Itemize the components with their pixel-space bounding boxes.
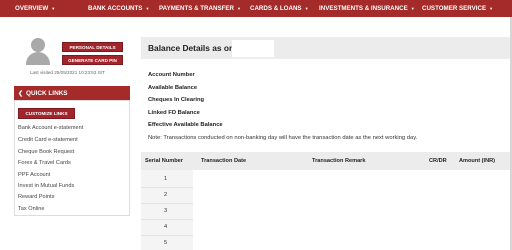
nav-label: BANK ACCOUNTS — [88, 5, 143, 12]
caret-down-icon: ▼ — [236, 6, 241, 11]
nav-label: CUSTOMER SERVICE — [422, 5, 487, 12]
row-divider — [141, 187, 193, 188]
quick-links-title: QUICK LINKS — [26, 89, 68, 97]
table-row-serial: 4 — [164, 224, 168, 230]
label-available-balance: Available Balance — [148, 85, 198, 91]
label-effective-available-balance: Effective Available Balance — [148, 122, 223, 128]
label-account-number: Account Number — [148, 72, 195, 78]
quick-link-bank-estatement[interactable]: Bank Account e-statement — [18, 125, 83, 131]
last-visited-text: Last visited 25/05/2021 10:23:53 IST — [30, 70, 105, 75]
caret-down-icon: ▼ — [51, 6, 56, 11]
chevron-left-icon: ❮ — [18, 90, 24, 97]
row-divider — [141, 203, 193, 204]
table-row-serial: 5 — [164, 240, 168, 246]
avatar-head — [31, 38, 45, 52]
quick-link-ppf-account[interactable]: PPF Account — [18, 172, 50, 178]
quick-link-reward-points[interactable]: Reward Points — [18, 194, 54, 200]
nav-bank-accounts[interactable]: BANK ACCOUNTS ▼ — [88, 5, 149, 12]
caret-down-icon: ▼ — [304, 6, 309, 11]
balance-date-box — [232, 40, 274, 57]
column-transaction-remark: Transaction Remark — [312, 158, 366, 164]
quick-link-invest-mutual-funds[interactable]: Invest in Mutual Funds — [18, 183, 74, 189]
nav-overview[interactable]: OVERVIEW ▼ — [15, 5, 55, 12]
row-divider — [141, 219, 193, 220]
column-transaction-date: Transaction Date — [201, 158, 247, 164]
page-title: Balance Details as on — [148, 43, 235, 53]
quick-link-cheque-book-request[interactable]: Cheque Book Request — [18, 149, 74, 155]
table-row-serial: 3 — [164, 208, 168, 214]
column-amount: Amount (INR) — [459, 158, 496, 164]
nav-label: CARDS & LOANS — [250, 5, 302, 12]
nav-customer-service[interactable]: CUSTOMER SERVICE ▼ — [422, 5, 493, 12]
top-nav: OVERVIEW ▼ BANK ACCOUNTS ▼ PAYMENTS & TRAN… — [0, 0, 512, 17]
generate-card-pin-button[interactable]: GENERATE CARD PIN — [62, 55, 123, 65]
table-row-serial: 2 — [164, 192, 168, 198]
balance-values-column — [236, 68, 310, 130]
transaction-note: Note: Transactions conducted on non-bank… — [148, 135, 418, 141]
quick-link-credit-card-estatement[interactable]: Credit Card e-statement — [18, 137, 78, 143]
quick-link-tax-online[interactable]: Tax Online — [18, 206, 44, 212]
nav-investments-insurance[interactable]: INVESTMENTS & INSURANCE ▼ — [319, 5, 415, 12]
nav-payments-transfer[interactable]: PAYMENTS & TRANSFER ▼ — [159, 5, 241, 12]
row-divider — [141, 235, 193, 236]
caret-down-icon: ▼ — [145, 6, 150, 11]
avatar-icon — [26, 38, 50, 66]
nav-label: OVERVIEW — [15, 5, 49, 12]
quick-links-header[interactable]: ❮ QUICK LINKS — [14, 86, 130, 100]
nav-label: PAYMENTS & TRANSFER — [159, 5, 234, 12]
customize-links-button[interactable]: CUSTOMIZE LINKS — [18, 108, 75, 119]
avatar-body — [26, 52, 50, 65]
personal-details-button[interactable]: PERSONAL DETAILS — [62, 42, 123, 52]
quick-link-forex-travel-cards[interactable]: Forex & Travel Cards — [18, 160, 71, 166]
column-cr-dr: CR/DR — [429, 158, 447, 164]
nav-cards-loans[interactable]: CARDS & LOANS ▼ — [250, 5, 309, 12]
table-row-serial: 1 — [164, 176, 168, 182]
column-serial-number: Serial Number — [145, 158, 183, 164]
label-cheques-in-clearing: Cheques In Clearing — [148, 97, 205, 103]
caret-down-icon: ▼ — [410, 6, 415, 11]
nav-label: INVESTMENTS & INSURANCE — [319, 5, 408, 12]
caret-down-icon: ▼ — [489, 6, 494, 11]
label-linked-fd-balance: Linked FD Balance — [148, 110, 200, 116]
